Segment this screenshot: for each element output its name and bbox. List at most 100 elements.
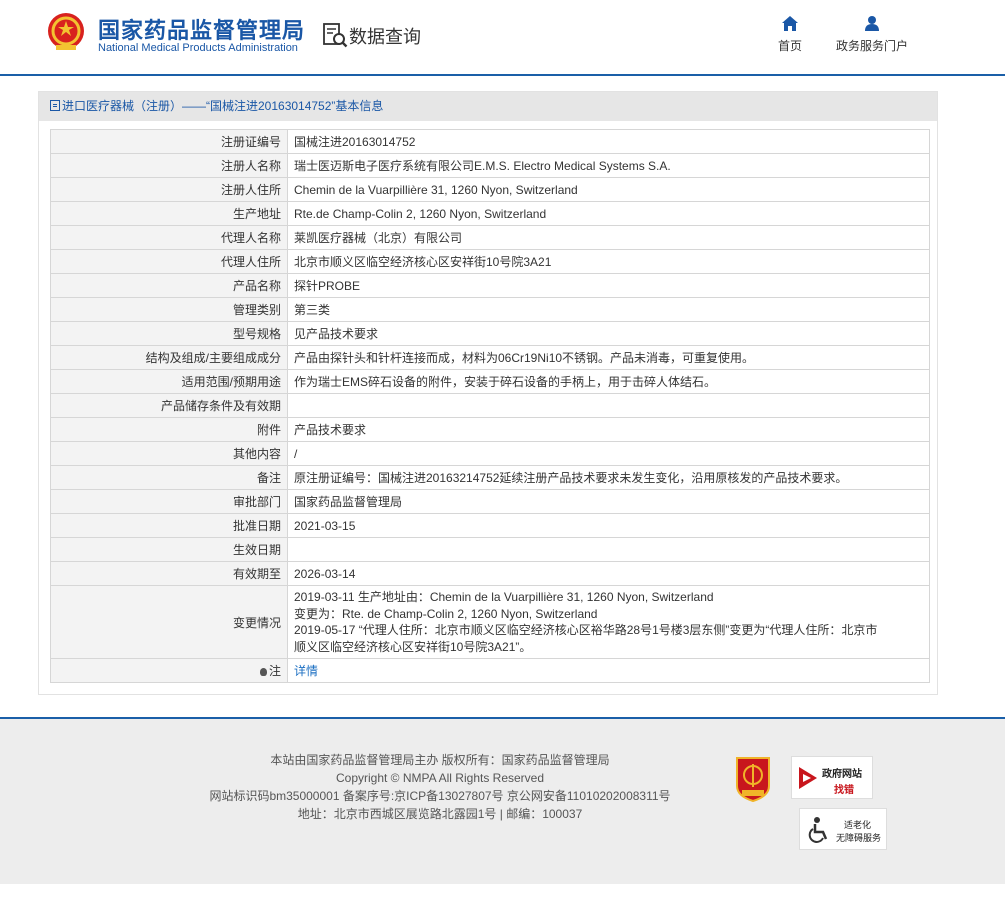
accessibility-badge[interactable]: 适老化 无障碍服务 [799, 808, 887, 850]
table-row: 产品储存条件及有效期 [50, 393, 930, 418]
field-label: 注册人住所 [50, 177, 288, 202]
field-label: 生产地址 [50, 201, 288, 226]
field-label: 备注 [50, 465, 288, 490]
field-value: 北京市顺义区临空经济核心区安祥街10号院3A21 [287, 249, 930, 274]
field-value: 第三类 [287, 297, 930, 322]
info-table: 注册证编号 国械注进20163014752 注册人名称 瑞士医迈斯电子医疗系统有限公司… [50, 129, 930, 683]
change-history-value: 2019-03-11 生产地址由：Chemin de la Vuarpilliè… [287, 585, 930, 659]
document-icon [50, 100, 60, 111]
field-value: / [287, 441, 930, 466]
table-row: 结构及组成/主要组成成分 产品由探针头和针杆连接而成，材料为06Cr19Ni10不… [50, 345, 930, 370]
field-label: 型号规格 [50, 321, 288, 346]
note-row: 注详情 [50, 658, 930, 683]
change-line: 2019-03-11 生产地址由：Chemin de la Vuarpilliè… [294, 590, 714, 604]
nav-home-label: 首页 [777, 39, 802, 53]
field-label: 结构及组成/主要组成成分 [50, 345, 288, 370]
find-error-label: 找错 [834, 785, 854, 796]
table-row: 附件 产品技术要求 [50, 417, 930, 442]
gov-site-label: 政府网站 [822, 769, 862, 780]
table-row: 型号规格 见产品技术要求 [50, 321, 930, 346]
national-emblem-icon [48, 13, 84, 50]
breadcrumb: 进口医疗器械（注册）——“国械注进20163014752”基本信息 [39, 92, 937, 121]
party-gov-badge-icon [736, 757, 770, 803]
elderly-friendly-label: 适老化 [844, 820, 872, 830]
field-value: 探针PROBE [287, 273, 930, 298]
table-row: 生产地址 Rte.de Champ-Colin 2, 1260 Nyon, Swi… [50, 201, 930, 226]
field-value: 产品由探针头和针杆连接而成，材料为06Cr19Ni10不锈钢。产品未消毒，可重复… [287, 345, 930, 370]
table-row: 代理人名称 莱凯医疗器械（北京）有限公司 [50, 225, 930, 250]
data-query-icon [323, 23, 348, 48]
field-value: 莱凯医疗器械（北京）有限公司 [287, 225, 930, 250]
note-label-cell: 注 [50, 658, 288, 683]
field-value: 2021-03-15 [287, 513, 930, 538]
field-label: 审批部门 [50, 489, 288, 514]
field-label: 附件 [50, 417, 288, 442]
field-value: 2026-03-14 [287, 561, 930, 586]
field-value: 产品技术要求 [287, 417, 930, 442]
details-link[interactable]: 详情 [294, 664, 318, 678]
field-label: 注册人名称 [50, 153, 288, 178]
table-row: 产品名称 探针PROBE [50, 273, 930, 298]
field-label: 注册证编号 [50, 129, 288, 154]
field-value: 国械注进20163014752 [287, 129, 930, 154]
org-name-cn[interactable]: 国家药品监督管理局 [98, 13, 305, 45]
site-header: 国家药品监督管理局 National Medical Products Admi… [0, 0, 1005, 76]
table-row: 其他内容 / [50, 441, 930, 466]
lightbulb-icon [259, 668, 267, 676]
change-line: 顺义区临空经济核心区安祥街10号院3A21”。 [294, 639, 532, 654]
table-row: 适用范围/预期用途 作为瑞士EMS碎石设备的附件，安装于碎石设备的手柄上，用于击碎… [50, 369, 930, 394]
data-query-title[interactable]: 数据查询 [349, 23, 421, 49]
field-value [287, 537, 930, 562]
footer-address: 地址：北京市西城区展览路北露园1号 | 邮编：100037 [297, 807, 583, 821]
table-row: 注册证编号 国械注进20163014752 [50, 129, 930, 154]
footer-copyright: Copyright © NMPA All Rights Reserved [335, 771, 545, 785]
field-label: 适用范围/预期用途 [50, 369, 288, 394]
wheelchair-icon [808, 817, 828, 843]
field-label: 生效日期 [50, 537, 288, 562]
footer-icp[interactable]: 网站标识码bm35000001 备案序号:京ICP备13027807号 京公网安… [160, 787, 720, 805]
change-line: 2019-05-17 “代理人住所：北京市顺义区临空经济核心区裕华路28号1号楼… [294, 623, 878, 637]
note-label: 注 [268, 664, 281, 678]
home-icon [782, 16, 798, 31]
accessible-service-label: 无障碍服务 [836, 833, 882, 843]
footer-sponsor: 本站由国家药品监督管理局主办 版权所有：国家药品监督管理局 [270, 753, 610, 767]
field-value: Chemin de la Vuarpillière 31, 1260 Nyon,… [287, 177, 930, 202]
org-name-en: National Medical Products Administration [98, 42, 298, 54]
field-value [287, 393, 930, 418]
user-icon [865, 16, 879, 31]
table-row: 代理人住所 北京市顺义区临空经济核心区安祥街10号院3A21 [50, 249, 930, 274]
change-history-row: 变更情况 2019-03-11 生产地址由：Chemin de la Vuarpi… [50, 585, 930, 659]
field-label: 代理人名称 [50, 225, 288, 250]
table-row: 生效日期 [50, 537, 930, 562]
field-value: Rte.de Champ-Colin 2, 1260 Nyon, Switzer… [287, 201, 930, 226]
breadcrumb-text[interactable]: 进口医疗器械（注册）——“国械注进20163014752”基本信息 [62, 99, 383, 113]
field-value: 国家药品监督管理局 [287, 489, 930, 514]
field-label: 其他内容 [50, 441, 288, 466]
field-value: 作为瑞士EMS碎石设备的附件，安装于碎石设备的手柄上，用于击碎人体结石。 [287, 369, 930, 394]
nav-gov-label: 政务服务门户 [835, 39, 908, 53]
nav-home[interactable]: 首页 [772, 16, 808, 54]
field-label: 产品名称 [50, 273, 288, 298]
gov-site-icon [799, 767, 817, 789]
field-label: 产品储存条件及有效期 [50, 393, 288, 418]
table-row: 注册人住所 Chemin de la Vuarpillière 31, 1260 … [50, 177, 930, 202]
table-row: 批准日期 2021-03-15 [50, 513, 930, 538]
nav-gov-services[interactable]: 政务服务门户 [832, 16, 912, 54]
party-gov-badge[interactable] [733, 756, 773, 803]
change-line: 变更为：Rte. de Champ-Colin 2, 1260 Nyon, Sw… [294, 606, 598, 621]
table-row: 备注 原注册证编号：国械注进20163214752延续注册产品技术要求未发生变化，… [50, 465, 930, 490]
field-label: 代理人住所 [50, 249, 288, 274]
field-label: 变更情况 [50, 585, 288, 659]
table-row: 审批部门 国家药品监督管理局 [50, 489, 930, 514]
table-row: 注册人名称 瑞士医迈斯电子医疗系统有限公司E.M.S. Electro Medic… [50, 153, 930, 178]
site-footer: 本站由国家药品监督管理局主办 版权所有：国家药品监督管理局 Copyright … [0, 719, 1005, 884]
table-row: 管理类别 第三类 [50, 297, 930, 322]
field-label: 管理类别 [50, 297, 288, 322]
note-value: 详情 [287, 658, 930, 683]
field-label: 批准日期 [50, 513, 288, 538]
detail-panel: 进口医疗器械（注册）——“国械注进20163014752”基本信息 注册证编号国… [38, 91, 938, 695]
gov-site-error-badge[interactable]: 政府网站 找错 [791, 756, 873, 799]
footer-text: 本站由国家药品监督管理局主办 版权所有：国家药品监督管理局 Copyright … [160, 751, 720, 823]
field-value: 瑞士医迈斯电子医疗系统有限公司E.M.S. Electro Medical Sy… [287, 153, 930, 178]
field-value: 原注册证编号：国械注进20163214752延续注册产品技术要求未发生变化，沿用… [287, 465, 930, 490]
